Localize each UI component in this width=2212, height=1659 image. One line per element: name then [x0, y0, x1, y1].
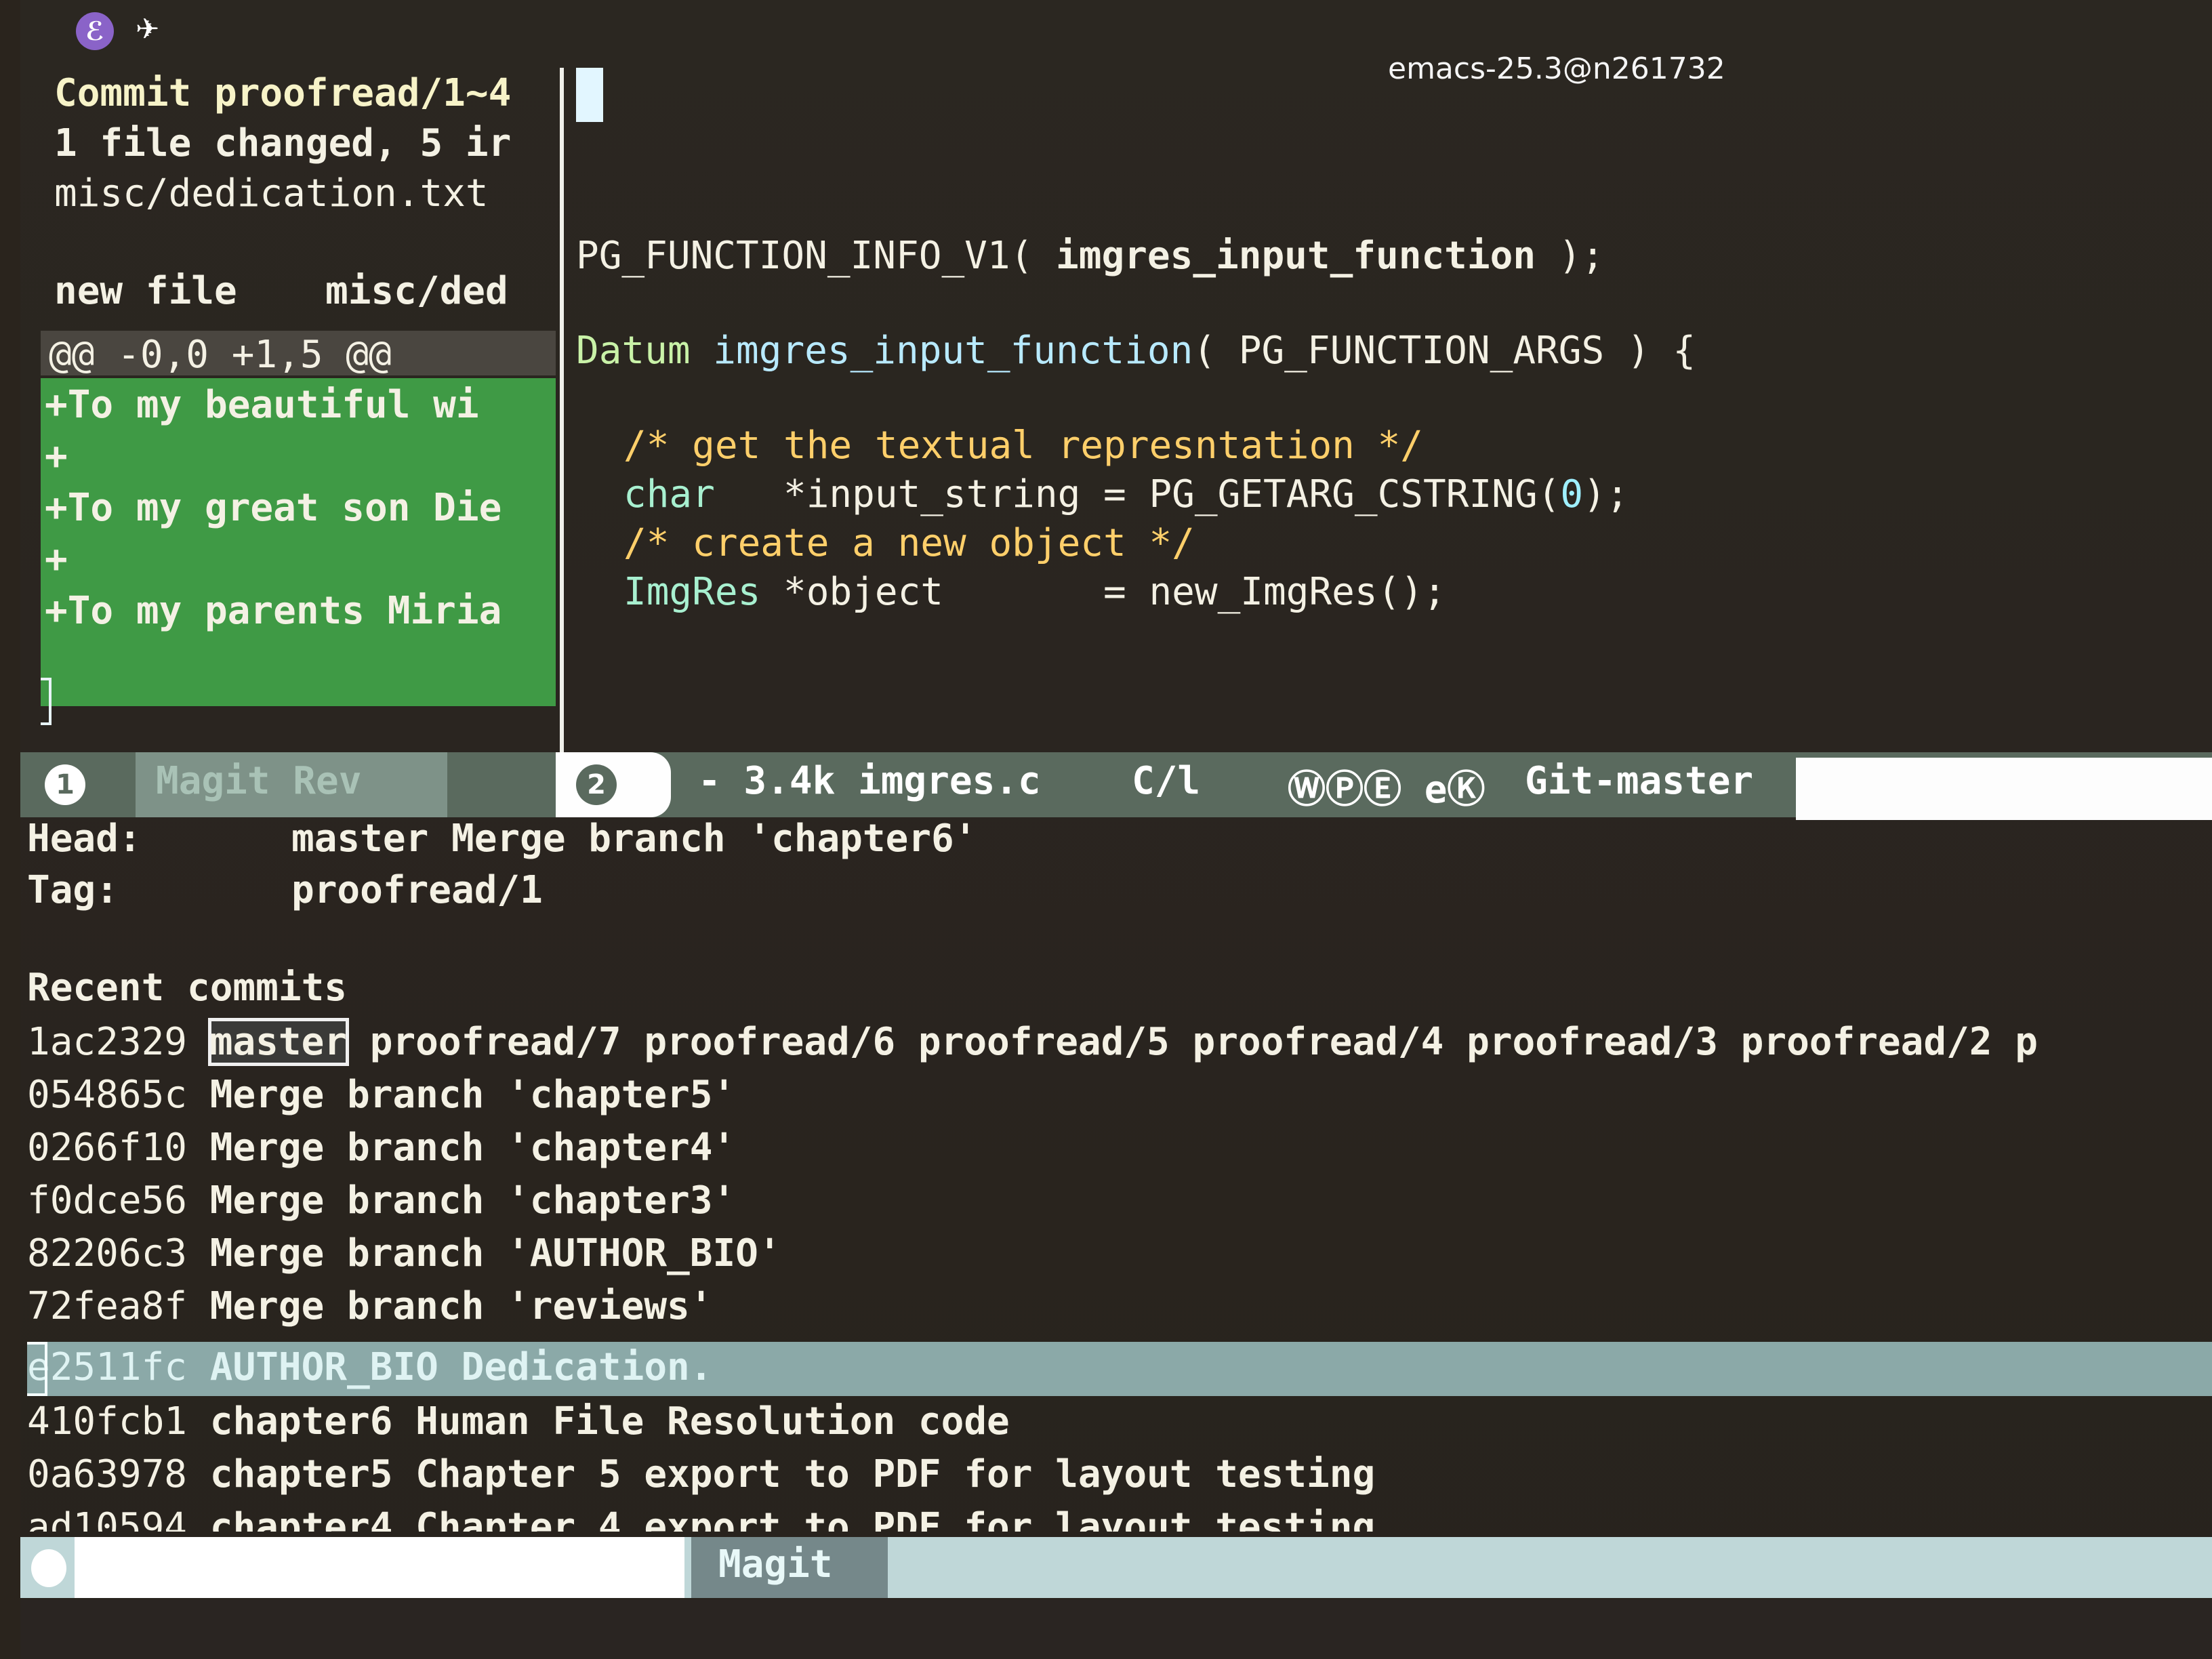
window-number-icon[interactable]: [31, 1549, 66, 1587]
number-literal: 0: [1560, 472, 1584, 516]
pin-icon[interactable]: ✈: [136, 12, 159, 45]
function-arg: PG_FUNCTION_ARGS: [1238, 329, 1605, 373]
mode-line-fill: [1796, 758, 2212, 820]
code-comment: /* create a new object */: [623, 521, 1195, 565]
mode-line-segment: [75, 1537, 684, 1598]
code-line-2: Datum imgres_input_function( PG_FUNCTION…: [576, 325, 1696, 377]
commit-message: Merge branch 'chapter3': [209, 1179, 736, 1223]
commit-message: Human File Resolution code: [415, 1399, 1010, 1443]
commit-row[interactable]: ad10594 chapter4 Chapter 4 export to PDF…: [27, 1502, 1375, 1532]
new-file-label: new file: [54, 269, 237, 313]
commit-hash: 0a63978: [27, 1452, 188, 1496]
paren: ) {: [1604, 329, 1696, 373]
commit-row[interactable]: 410fcb1 chapter6 Human File Resolution c…: [27, 1396, 1010, 1448]
commit-row[interactable]: 0266f10 Merge branch 'chapter4': [27, 1122, 735, 1174]
window-number-1-icon[interactable]: 1: [45, 764, 85, 805]
paren: (: [1010, 234, 1057, 278]
commit-hash: ad10594: [27, 1505, 188, 1532]
function-name: imgres_input_function: [713, 329, 1193, 373]
commit-branch[interactable]: AUTHOR_BIO: [210, 1345, 438, 1389]
commit-hash: 72fea8f: [27, 1284, 188, 1328]
code-comment: /* get the textual represntation */: [623, 424, 1424, 468]
commit-branch[interactable]: chapter6: [210, 1399, 393, 1443]
commit-message: Dedication.: [461, 1345, 713, 1389]
minibuffer[interactable]: [20, 1599, 2212, 1659]
magit-status-buffer[interactable]: Head: master Merge branch 'chapter6' Tag…: [27, 813, 2212, 1532]
commit-row[interactable]: 72fea8f Merge branch 'reviews': [27, 1281, 712, 1332]
commit-row[interactable]: f0dce56 Merge branch 'chapter3': [27, 1175, 735, 1227]
paren: );: [1583, 472, 1629, 516]
added-line: +To my parents Miria: [45, 589, 502, 633]
commit-message: Merge branch 'chapter5': [209, 1073, 736, 1117]
window-divider[interactable]: [560, 68, 564, 759]
commit-hash: 1ac2329: [27, 1020, 188, 1064]
text-cursor: [576, 68, 603, 122]
commit-hash: 0266f10: [27, 1126, 188, 1170]
tag-value[interactable]: proofread/1: [291, 865, 543, 916]
code-line-1: PG_FUNCTION_INFO_V1( imgres_input_functi…: [576, 230, 1604, 282]
added-line: +: [45, 537, 68, 581]
emacs-icon[interactable]: ℰ: [76, 12, 114, 50]
buffer-size-and-name[interactable]: - 3.4k imgres.c: [698, 759, 1041, 803]
type-keyword: char: [623, 472, 715, 516]
window1-buffer-name[interactable]: Magit Rev: [156, 759, 361, 803]
commit-row[interactable]: 1ac2329 master proofread/7 proofread/6 p…: [27, 1017, 2038, 1068]
code-line-6: ImgRes *object = new_ImgRes();: [623, 567, 1446, 618]
commit-row[interactable]: 82206c3 Merge branch 'AUTHOR_BIO': [27, 1228, 781, 1279]
branch-ref[interactable]: master: [207, 1018, 350, 1066]
commit-hash: e2511fc: [27, 1345, 188, 1389]
paren: (: [1193, 329, 1239, 373]
major-mode[interactable]: C/l: [1132, 759, 1200, 803]
vc-branch[interactable]: Git-master: [1525, 759, 1753, 803]
commit-row-selected[interactable]: e2511fc AUTHOR_BIO Dedication.: [27, 1342, 712, 1393]
mode-line-top[interactable]: 1 Magit Rev 2 - 3.4k imgres.c C/l ⓌⓅⒺ eⓀ…: [20, 752, 2212, 820]
head-value[interactable]: master Merge branch 'chapter6': [291, 813, 977, 865]
commit-header: Commit proofread/1~4: [54, 71, 512, 115]
paren: );: [1536, 234, 1605, 278]
commit-message: Chapter 4 export to PDF for layout testi…: [415, 1505, 1376, 1532]
added-line: +To my great son Die: [45, 486, 502, 530]
minor-modes[interactable]: ⓌⓅⒺ eⓀ: [1288, 759, 1485, 814]
commit-message: Merge branch 'reviews': [209, 1284, 713, 1328]
section-title[interactable]: Recent commits: [27, 962, 347, 1014]
commit-hash: 410fcb1: [27, 1399, 188, 1443]
code-line-4: char *input_string = PG_GETARG_CSTRING(0…: [623, 469, 1629, 520]
commit-row[interactable]: 0a63978 chapter5 Chapter 5 export to PDF…: [27, 1449, 1375, 1500]
function-arg: imgres_input_function: [1056, 234, 1536, 278]
commit-hash: 054865c: [27, 1073, 188, 1117]
monitor-bezel: [0, 0, 20, 1659]
magit-revision-pane[interactable]: Commit proofread/1~4 1 file changed, 5 i…: [41, 68, 556, 752]
commit-branch[interactable]: chapter5: [210, 1452, 393, 1496]
declaration: *input_string = PG_GETARG_CSTRING(: [714, 472, 1561, 516]
type-keyword: Datum: [576, 329, 691, 373]
major-mode[interactable]: Magit: [718, 1542, 833, 1586]
type-keyword: ImgRes: [623, 570, 761, 614]
head-label: Head:: [27, 817, 142, 861]
commit-message: Merge branch 'AUTHOR_BIO': [209, 1231, 781, 1275]
commit-message: Merge branch 'chapter4': [209, 1126, 736, 1170]
new-file-path[interactable]: misc/ded: [325, 266, 508, 317]
declaration: *object = new_ImgRes();: [760, 570, 1446, 614]
title-bar: ℰ ✈: [20, 0, 2212, 61]
commit-row[interactable]: 054865c Merge branch 'chapter5': [27, 1069, 735, 1121]
code-editor-pane[interactable]: PG_FUNCTION_INFO_V1( imgres_input_functi…: [569, 68, 2212, 752]
diffstat-summary: 1 file changed, 5 ir: [54, 121, 512, 165]
text-cursor: [27, 1342, 47, 1396]
macro-name: PG_FUNCTION_INFO_V1: [576, 234, 1010, 278]
hunk-header[interactable]: @@ -0,0 +1,5 @@: [49, 329, 392, 381]
mode-line-bottom[interactable]: Magit: [20, 1537, 2212, 1598]
commit-hash: 82206c3: [27, 1231, 188, 1275]
commit-branch[interactable]: chapter4: [210, 1505, 393, 1532]
diffstat-file[interactable]: misc/dedication.txt: [54, 168, 489, 220]
commit-hash: f0dce56: [27, 1179, 188, 1223]
tag-label: Tag:: [27, 868, 119, 912]
commit-message: Chapter 5 export to PDF for layout testi…: [415, 1452, 1376, 1496]
text-cursor: [41, 678, 52, 725]
added-line: +To my beautiful wi: [45, 383, 479, 427]
added-line: +: [45, 434, 68, 478]
window-number-2-icon[interactable]: 2: [576, 764, 617, 805]
commit-refs: proofread/7 proofread/6 proofread/5 proo…: [369, 1020, 2038, 1064]
